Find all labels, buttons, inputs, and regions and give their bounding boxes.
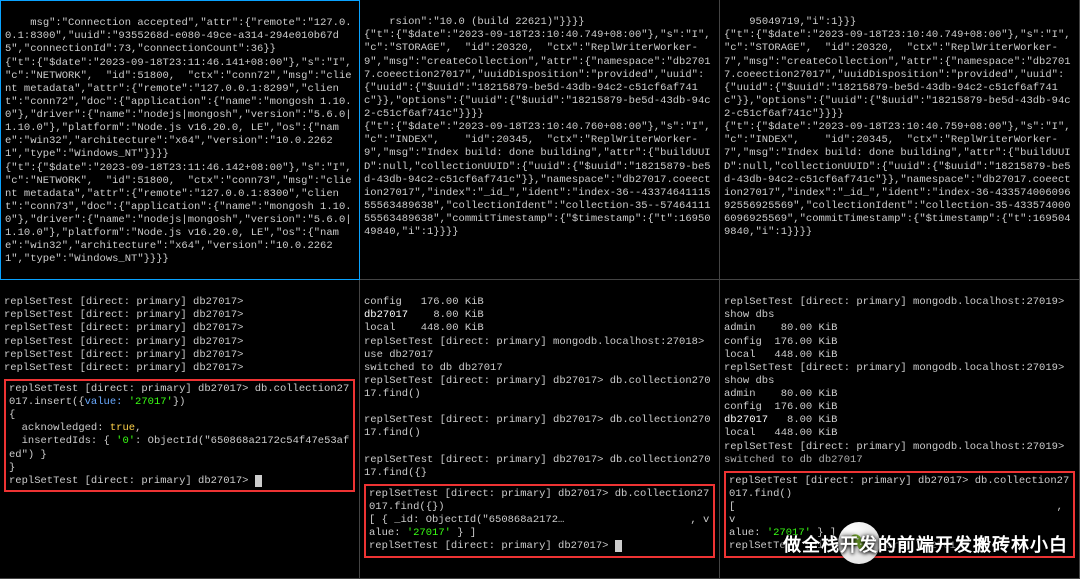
terminal-grid: msg":"Connection accepted","attr":{"remo… (0, 0, 1080, 579)
shell-prompt: replSetTest [direct: primary] db27017> (369, 540, 615, 552)
cmd-close: }) (173, 396, 186, 408)
pane-log-primary[interactable]: msg":"Connection accepted","attr":{"remo… (0, 0, 360, 280)
watermark-text: 做全栈开发的前端开发搬砖林小白 (783, 531, 1068, 557)
pane-shell-left[interactable]: replSetTest [direct: primary] db27017> r… (0, 280, 360, 579)
shell-line: replSetTest [direct: primary] db27017> d… (364, 375, 711, 400)
shell-line: replSetTest [direct: primary] mongodb.lo… (724, 296, 1071, 321)
highlight-box-find: replSetTest [direct: primary] db27017> d… (364, 484, 715, 558)
cmd-line: replSetTest [direct: primary] db27017> d… (369, 488, 709, 513)
cursor (615, 540, 622, 552)
ack-value: true (110, 422, 135, 434)
shell-line: replSetTest [direct: primary] mongodb.lo… (724, 441, 1064, 453)
switched-line: switched to db db27017 (724, 454, 863, 466)
shell-prompt: replSetTest [direct: primary] db27017> (4, 336, 243, 348)
db-size: 8.00 KiB (768, 414, 837, 426)
log-text: rsion":"10.0 (build 22621)"}}}} {"t":{"$… (364, 16, 720, 238)
db-name: db27017 (724, 414, 768, 426)
value-key: alue: (369, 527, 401, 539)
result-line: [ , v (729, 501, 1069, 526)
highlight-box-insert: replSetTest [direct: primary] db27017> d… (4, 379, 355, 492)
db-name: db27017 (364, 309, 408, 321)
shell-prompt: replSetTest [direct: primary] db27017> (4, 309, 243, 321)
shell-prompt: replSetTest [direct: primary] db27017> (9, 475, 255, 487)
field-key: value: (85, 396, 123, 408)
size-line: local 448.00 KiB (724, 349, 837, 361)
ids-idx: '0' (116, 435, 135, 447)
size-line: config 176.00 KiB (364, 296, 484, 308)
shell-line: replSetTest [direct: primary] db27017> d… (364, 454, 711, 479)
close: } ] (451, 527, 476, 539)
size-line: config 176.00 KiB (724, 336, 837, 348)
log-text: 95049719,"i":1}}} {"t":{"$date":"2023-09… (724, 16, 1080, 238)
cursor (255, 475, 262, 487)
log-text: msg":"Connection accepted","attr":{"remo… (5, 17, 358, 265)
shell-line: switched to db db27017 (364, 362, 503, 374)
size-line: config 176.00 KiB (724, 401, 837, 413)
size-line: local 448.00 KiB (724, 427, 837, 439)
value-val: '27017' (407, 527, 451, 539)
comma: , (135, 422, 141, 434)
shell-line: replSetTest [direct: primary] mongodb.lo… (724, 362, 1071, 387)
shell-prompt: replSetTest [direct: primary] db27017> (4, 362, 243, 374)
field-value: '27017' (129, 396, 173, 408)
size-line: admin 80.00 KiB (724, 322, 837, 334)
brace: } (9, 462, 15, 474)
shell-line: replSetTest [direct: primary] mongodb.lo… (364, 336, 711, 361)
result-line: [ { _id: ObjectId("650868a2172… (369, 514, 564, 526)
ack-key: acknowledged: (9, 422, 104, 434)
shell-line: replSetTest [direct: primary] db27017> d… (364, 414, 711, 439)
pane-shell-mid[interactable]: config 176.00 KiB db27017 8.00 KiB local… (360, 280, 720, 579)
cmd-line: replSetTest [direct: primary] db27017> d… (729, 475, 1069, 500)
shell-prompt: replSetTest [direct: primary] db27017> (4, 296, 243, 308)
pane-log-secondary-2[interactable]: 95049719,"i":1}}} {"t":{"$date":"2023-09… (720, 0, 1080, 280)
shell-prompt: replSetTest [direct: primary] db27017> (4, 349, 243, 361)
db-size: 8.00 KiB (408, 309, 484, 321)
size-line: local 448.00 KiB (364, 322, 484, 334)
size-line: admin 80.00 KiB (724, 388, 837, 400)
ids-key: insertedIds: { (9, 435, 110, 447)
pane-log-secondary-1[interactable]: rsion":"10.0 (build 22621)"}}}} {"t":{"$… (360, 0, 720, 280)
result-cont: , v (564, 514, 709, 526)
shell-prompt: replSetTest [direct: primary] db27017> (4, 322, 243, 334)
brace: { (9, 409, 15, 421)
